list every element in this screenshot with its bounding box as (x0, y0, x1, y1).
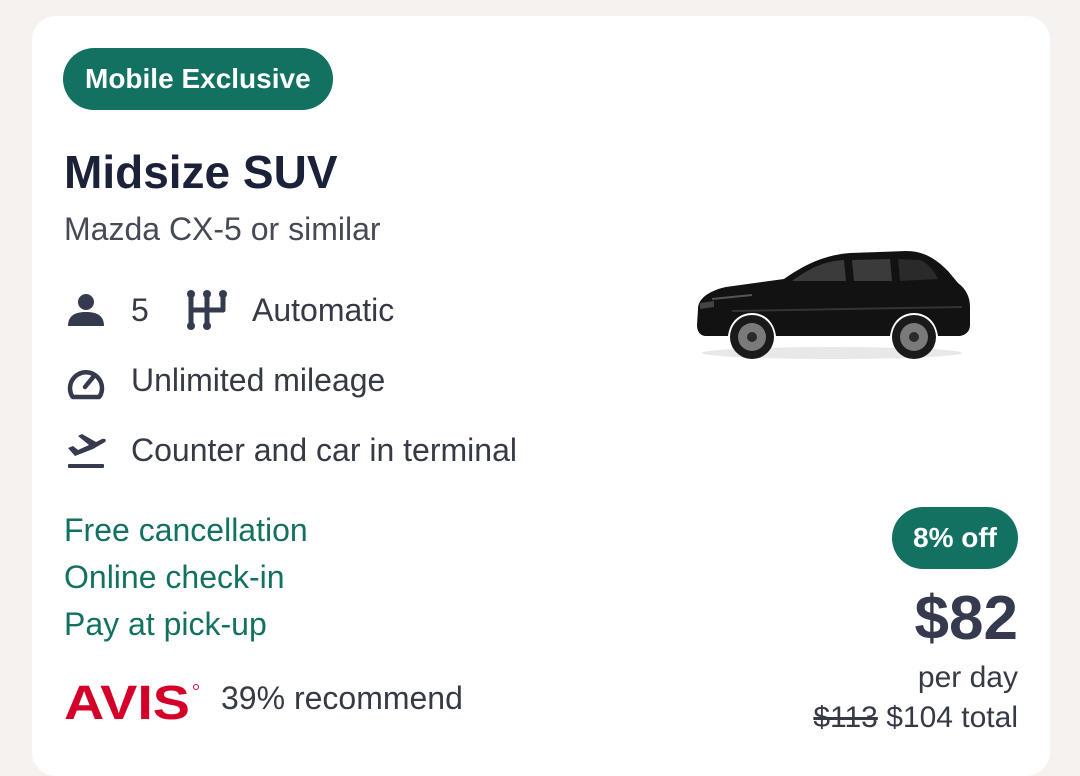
car-image (697, 251, 970, 359)
benefit-pay-at-pickup: Pay at pick-up (64, 606, 267, 642)
total-price-line: $113 $104 total (813, 698, 1018, 738)
airplane-departure-icon (68, 434, 106, 468)
original-total-price: $113 (813, 701, 878, 734)
car-model-subtitle: Mazda CX-5 or similar (64, 211, 381, 247)
benefit-free-cancellation: Free cancellation (64, 512, 308, 548)
seat-count: 5 (131, 292, 149, 328)
car-class-title: Midsize SUV (64, 146, 338, 198)
mileage-info: Unlimited mileage (131, 362, 386, 398)
transmission-type: Automatic (252, 292, 395, 328)
recommend-rating: 39% recommend (221, 680, 463, 716)
avis-logo-text: AVIS (64, 677, 190, 724)
benefit-online-check-in: Online check-in (64, 559, 285, 595)
pickup-location: Counter and car in terminal (131, 432, 517, 468)
person-icon (68, 294, 104, 326)
discounted-total-price: $104 total (886, 701, 1018, 734)
avis-logo: AVIS (64, 677, 199, 724)
mobile-exclusive-badge: Mobile Exclusive (63, 48, 333, 110)
gear-shift-icon (187, 290, 227, 330)
car-rental-card[interactable]: Mobile Exclusive Midsize SUV Mazda CX-5 … (32, 16, 1050, 776)
price-unit: per day (917, 661, 1018, 694)
speedometer-icon (67, 370, 105, 400)
discount-badge: 8% off (892, 507, 1018, 569)
daily-price: $82 (914, 584, 1018, 653)
